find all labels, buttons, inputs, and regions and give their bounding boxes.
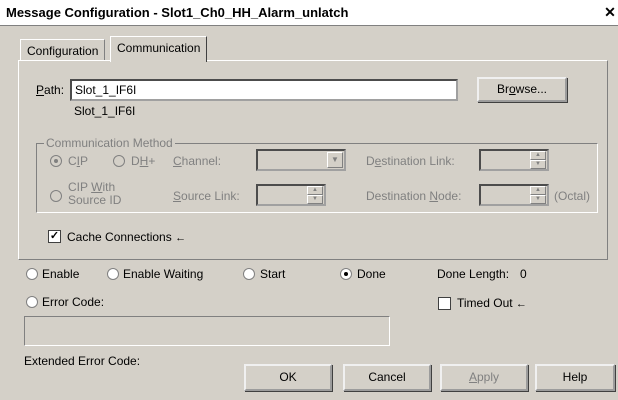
title-bar: Message Configuration - Slot1_Ch0_HH_Ala… (0, 0, 618, 26)
cip-label-pre: C (68, 154, 77, 168)
channel-dropdown[interactable]: ▼ (256, 149, 346, 171)
timed-out-text: Timed Out (457, 296, 513, 310)
arrow-left-icon: ← (175, 232, 187, 244)
path-label-rest: ath: (44, 83, 65, 97)
start-status-indicator (243, 268, 255, 280)
enable-label: Enable (42, 267, 80, 281)
timed-out-checkbox (438, 297, 451, 310)
enable-status-indicator (26, 268, 38, 280)
destination-node-label: Destination Node: (366, 189, 461, 203)
destination-node-label-post: ode: (438, 189, 462, 203)
dhplus-radio[interactable] (113, 155, 125, 167)
path-label-hotkey: P (36, 83, 45, 97)
cip-with-source-line1-pre: CIP (68, 180, 92, 194)
cancel-button[interactable]: Cancel (343, 364, 431, 391)
error-code-field (24, 316, 390, 346)
ok-button[interactable]: OK (244, 364, 332, 391)
destination-node-label-hotkey: N (429, 189, 439, 203)
spin-up-icon: ▲ (530, 186, 546, 195)
enable-waiting-label: Enable Waiting (123, 267, 204, 281)
cip-label: CIP (68, 154, 88, 168)
dhplus-label: DH+ (131, 154, 155, 168)
browse-button[interactable]: Browse... (477, 77, 567, 102)
destination-link-spinner[interactable]: ▲ ▼ (479, 149, 549, 171)
dhplus-label-pre: D (131, 154, 140, 168)
source-link-spinner[interactable]: ▲ ▼ (256, 184, 326, 206)
octal-label: (Octal) (554, 189, 590, 203)
cip-with-source-line1-hotkey: W (91, 180, 103, 194)
spin-up-icon: ▲ (307, 186, 323, 195)
cache-connections-text: Cache Connections (67, 230, 172, 244)
arrow-left-icon: ← (515, 298, 527, 310)
apply-button[interactable]: Apply (440, 364, 528, 391)
source-link-label-hotkey: S (173, 189, 182, 203)
spin-down-icon: ▼ (530, 160, 546, 169)
cip-with-source-label: CIP With Source ID (68, 181, 121, 207)
dhplus-label-post: + (148, 154, 156, 168)
browse-label-pre: Br (496, 82, 509, 96)
source-link-label: Source Link: (173, 189, 240, 203)
destination-link-label-post: stination Link: (381, 154, 455, 168)
tab-configuration-label: Configuration (27, 44, 99, 58)
spin-up-icon: ▲ (530, 151, 546, 160)
done-length-value: 0 (520, 267, 527, 281)
start-label: Start (260, 267, 286, 281)
destination-node-spinner[interactable]: ▲ ▼ (479, 184, 549, 206)
timed-out-label: Timed Out ← (457, 296, 527, 310)
extended-error-code-label: Extended Error Code: (24, 354, 141, 368)
communication-method-title: Communication Method (44, 136, 175, 150)
tab-configuration[interactable]: Configuration (20, 39, 106, 61)
path-resolved: Slot_1_IF6I (74, 104, 136, 118)
channel-label: Channel: (173, 154, 221, 168)
cip-with-source-radio[interactable] (50, 190, 62, 202)
tab-communication-label: Communication (117, 41, 201, 55)
apply-label-hotkey: A (468, 370, 477, 384)
path-label: Path: (36, 83, 64, 97)
error-code-label: Error Code: (42, 295, 105, 309)
cache-connections-checkbox[interactable]: ✓ (48, 230, 61, 243)
tab-communication[interactable]: Communication (110, 36, 208, 62)
cip-with-source-line2: Source ID (68, 193, 122, 207)
done-label: Done (357, 267, 386, 281)
help-button[interactable]: Help (535, 364, 615, 391)
path-input[interactable]: Slot_1_IF6I (70, 79, 458, 101)
cache-connections-label: Cache Connections ← (67, 230, 186, 244)
browse-label-post: wse... (515, 82, 548, 96)
apply-label-rest: pply (477, 370, 500, 384)
checkmark-icon: ✓ (49, 230, 60, 242)
browse-label-hotkey: o (508, 82, 516, 96)
done-status-indicator (340, 268, 352, 280)
error-code-status-indicator (26, 296, 38, 308)
close-icon[interactable]: ✕ (602, 3, 618, 21)
cip-label-post: P (80, 154, 89, 168)
done-length-label: Done Length: (437, 267, 510, 281)
chevron-down-icon: ▼ (327, 152, 343, 168)
channel-label-hotkey: C (173, 154, 182, 168)
destination-node-label-pre: Destination (366, 189, 430, 203)
cip-with-source-line1-post: ith (102, 180, 116, 194)
window-title: Message Configuration - Slot1_Ch0_HH_Ala… (6, 5, 349, 20)
cip-radio[interactable] (50, 155, 62, 167)
destination-link-label-pre: D (366, 154, 375, 168)
done-status-dot (344, 272, 348, 276)
enable-waiting-status-indicator (107, 268, 119, 280)
channel-label-rest: hannel: (181, 154, 222, 168)
source-link-label-rest: ource Link: (181, 189, 240, 203)
cip-radio-dot (54, 159, 58, 163)
destination-link-label: Destination Link: (366, 154, 455, 168)
spin-down-icon: ▼ (307, 195, 323, 204)
spin-down-icon: ▼ (530, 195, 546, 204)
